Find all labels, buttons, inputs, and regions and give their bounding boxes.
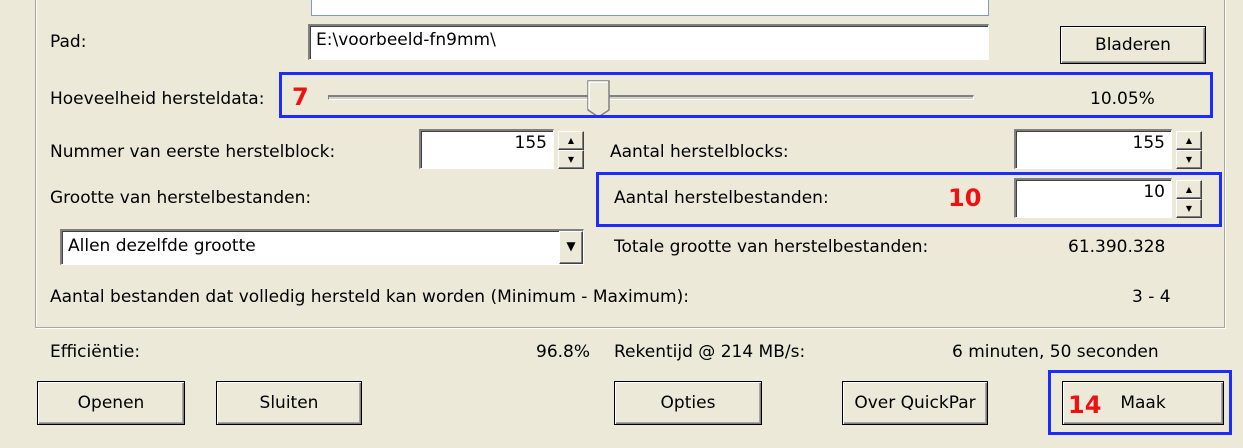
block-count-down-arrow-icon[interactable]: ▼ (1176, 150, 1202, 169)
recoverable-value: 3 - 4 (1132, 287, 1171, 307)
first-block-down-arrow-icon[interactable]: ▼ (558, 150, 584, 169)
block-count-input[interactable]: 155 (1014, 129, 1172, 169)
redundancy-label: Hoeveelheid hersteldata: (50, 89, 265, 109)
file-count-highlight-box (596, 172, 1222, 227)
step-number-14: 14 (1068, 391, 1102, 419)
total-size-value: 61.390.328 (1068, 237, 1166, 257)
file-size-dropdown[interactable]: Allen dezelfde grootte ▼ (60, 229, 584, 265)
first-block-up-arrow-icon[interactable]: ▲ (558, 131, 584, 150)
efficiency-label: Efficiëntie: (50, 342, 141, 362)
first-block-input[interactable]: 155 (419, 129, 554, 169)
file-list-bottom-edge (311, 0, 989, 16)
file-size-dropdown-value: Allen dezelfde grootte (68, 236, 256, 256)
compute-time-label: Rekentijd @ 214 MB/s: (614, 342, 806, 362)
compute-time-value: 6 minuten, 50 seconden (952, 342, 1159, 362)
step-number-10: 10 (948, 184, 982, 212)
total-size-label: Totale grootte van herstelbestanden: (614, 237, 929, 257)
efficiency-value: 96.8% (536, 342, 591, 362)
slider-highlight-box (279, 72, 1213, 118)
about-button[interactable]: Over QuickPar (842, 381, 988, 425)
first-block-label: Nummer van eerste herstelblock: (50, 142, 336, 162)
close-button[interactable]: Sluiten (216, 381, 362, 425)
recoverable-label: Aantal bestanden dat volledig hersteld k… (50, 287, 689, 307)
block-count-up-arrow-icon[interactable]: ▲ (1176, 131, 1202, 150)
file-size-label: Grootte van herstelbestanden: (50, 188, 312, 208)
block-count-label: Aantal herstelblocks: (610, 142, 789, 162)
block-count-spinner[interactable]: ▲ ▼ (1176, 131, 1202, 169)
dropdown-arrow-icon[interactable]: ▼ (559, 231, 583, 264)
step-number-7: 7 (292, 83, 309, 111)
path-label: Pad: (50, 32, 87, 52)
first-block-spinner[interactable]: ▲ ▼ (558, 131, 584, 169)
browse-button[interactable]: Bladeren (1060, 26, 1206, 64)
path-input[interactable]: E:\voorbeeld-fn9mm\ (308, 24, 989, 60)
open-button[interactable]: Openen (37, 381, 185, 425)
options-button[interactable]: Opties (614, 381, 762, 425)
